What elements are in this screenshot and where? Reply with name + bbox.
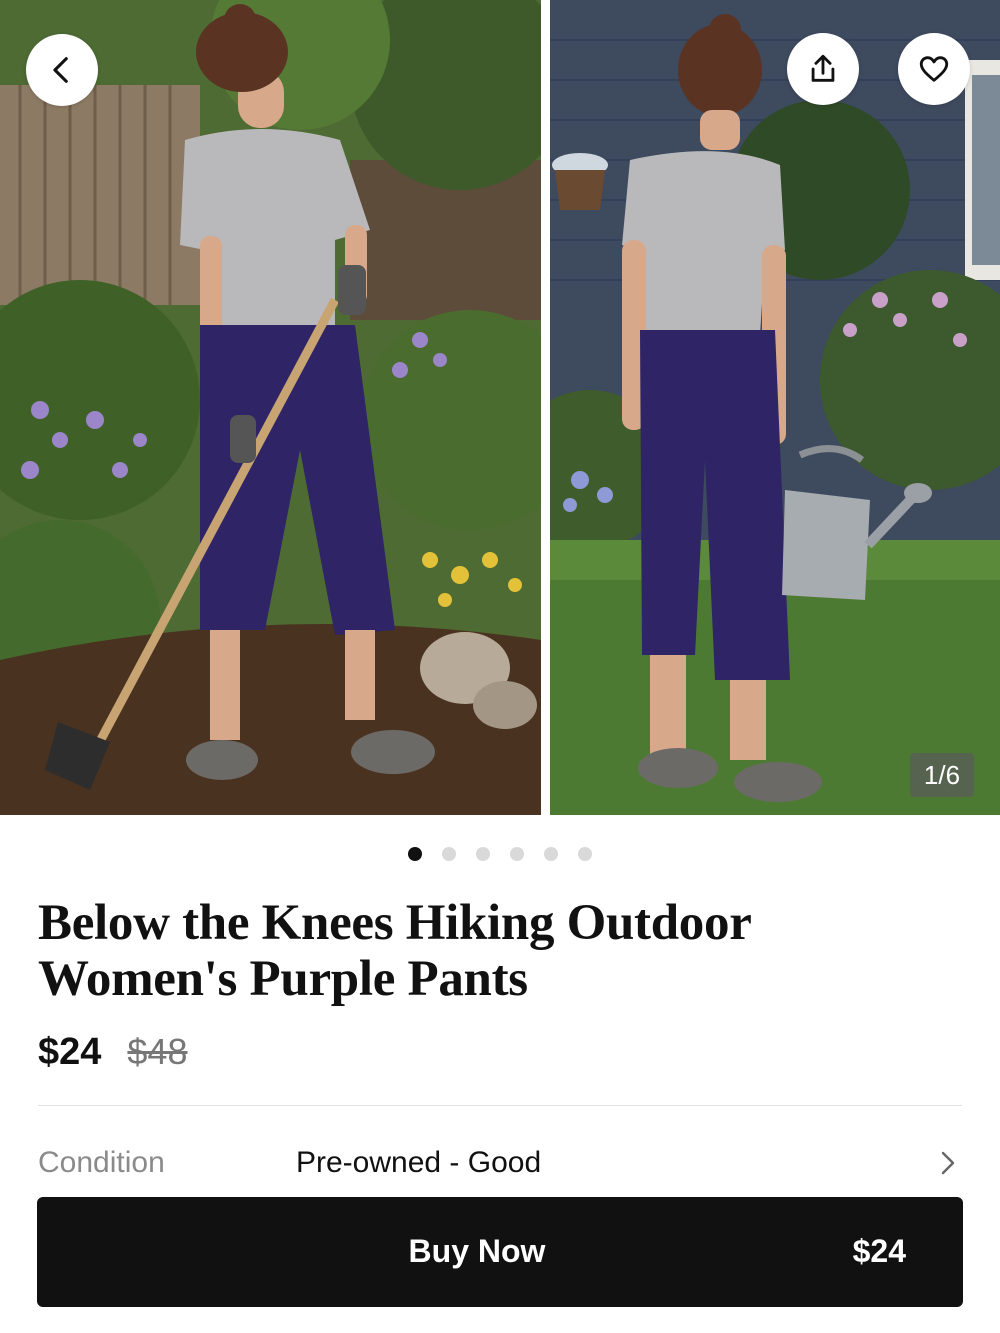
share-icon [811,54,835,82]
pagination-dot[interactable] [408,847,422,861]
buy-now-button[interactable]: Buy Now $24 [37,1197,963,1307]
product-photo-gardening[interactable] [0,0,541,815]
condition-label: Condition [38,1146,165,1179]
condition-row[interactable]: Condition Pre-owned - Good [38,1140,962,1186]
back-button[interactable] [26,34,98,106]
pagination-dot[interactable] [442,847,456,861]
condition-value: Pre-owned - Good [296,1146,542,1179]
pagination-dot[interactable] [544,847,558,861]
product-photo-watering[interactable] [550,0,1000,815]
chevron-left-icon [53,57,68,83]
buy-now-price: $24 [852,1233,906,1269]
buy-now-label: Buy Now [408,1233,546,1269]
pagination-dot[interactable] [510,847,524,861]
product-title: Below the Knees Hiking Outdoor Women's P… [38,895,751,1007]
pagination-dot[interactable] [476,847,490,861]
original-price: $48 [127,1031,188,1072]
share-button[interactable] [787,33,859,105]
photo-gardening-illustration [0,0,541,815]
gallery-pagination-dots[interactable] [0,847,1000,863]
current-price: $24 [38,1030,102,1073]
heart-icon [919,56,949,82]
favorite-button[interactable] [898,33,970,105]
price-row: $24 $48 [38,1030,187,1074]
image-gallery[interactable]: 1/6 [0,0,1000,815]
pagination-dot[interactable] [578,847,592,861]
image-counter: 1/6 [910,753,974,797]
chevron-right-icon [941,1151,955,1175]
divider [38,1105,962,1106]
photo-watering-illustration [550,0,1000,815]
